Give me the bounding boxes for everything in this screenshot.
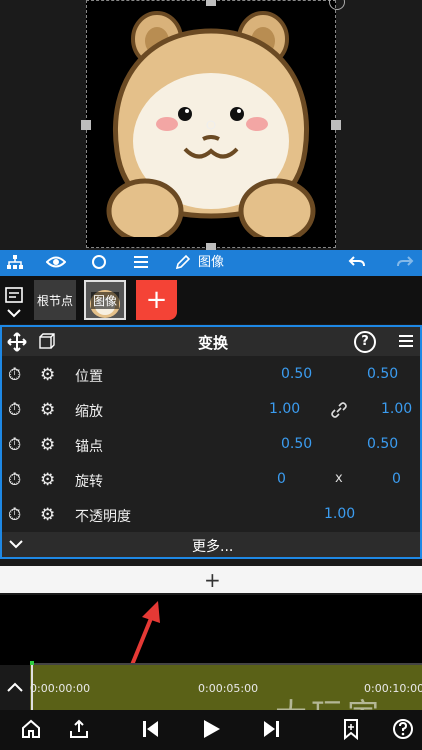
redo-icon[interactable] [396, 253, 416, 273]
add-bar-plus: + [204, 568, 221, 592]
row-rotation: ⏱ ⚙ 旋转 0 x 0 [2, 463, 420, 497]
keyframe-stopwatch-icon[interactable]: ⏱ [8, 365, 21, 385]
position-x-value[interactable]: 0.50 [281, 366, 312, 382]
settings-gear-icon[interactable]: ⚙ [40, 435, 55, 455]
image-layer-label: 图像 [90, 291, 119, 309]
property-label: 位置 [75, 369, 103, 385]
rotation-value[interactable]: 0 [277, 471, 286, 487]
skip-back-icon[interactable] [141, 718, 161, 740]
undo-icon[interactable] [348, 253, 368, 273]
hierarchy-icon[interactable] [6, 253, 26, 273]
link-icon[interactable] [330, 401, 348, 419]
help-icon[interactable]: ? [354, 331, 376, 353]
canvas-frame[interactable] [81, 0, 341, 253]
anchor-x-value[interactable]: 0.50 [281, 436, 312, 452]
property-label: 缩放 [75, 404, 103, 420]
skip-forward-icon[interactable] [261, 718, 281, 740]
scale-y-value[interactable]: 1.00 [381, 401, 412, 417]
keyframe-stopwatch-icon[interactable]: ⏱ [8, 400, 21, 420]
opacity-value[interactable]: 1.00 [324, 506, 355, 522]
resize-handle-left[interactable] [81, 120, 91, 130]
property-label: 旋转 [75, 474, 103, 490]
row-scale: ⏱ ⚙ 缩放 1.00 1.00 [2, 393, 420, 427]
settings-gear-icon[interactable]: ⚙ [40, 505, 55, 525]
time-tick: 0:00:05:00 [198, 682, 259, 695]
rotation-turns-value[interactable]: 0 [392, 471, 401, 487]
settings-gear-icon[interactable]: ⚙ [40, 400, 55, 420]
more-label: 更多... [192, 539, 234, 555]
property-label: 锚点 [75, 439, 103, 455]
move-icon[interactable] [7, 332, 27, 352]
circle-icon[interactable] [90, 253, 110, 273]
hamster-image [87, 11, 335, 247]
row-anchor: ⏱ ⚙ 锚点 0.50 0.50 [2, 428, 420, 462]
row-opacity: ⏱ ⚙ 不透明度 1.00 [2, 498, 420, 532]
edit-pencil-icon[interactable] [174, 253, 194, 273]
toolbar-layer-name: 图像 [198, 255, 225, 270]
more-bar[interactable]: 更多... [2, 532, 420, 557]
bookmark-icon[interactable] [341, 718, 361, 740]
transform-panel: 变换 ? ⏱ ⚙ 位置 0.50 0.50 ⏱ ⚙ 缩放 1.00 1.00 ⏱… [0, 325, 422, 559]
settings-gear-icon[interactable]: ⚙ [40, 470, 55, 490]
keyframe-stopwatch-icon[interactable]: ⏱ [8, 470, 21, 490]
row-position: ⏱ ⚙ 位置 0.50 0.50 [2, 358, 420, 392]
root-node-label: 根节点 [36, 293, 73, 308]
position-y-value[interactable]: 0.50 [367, 366, 398, 382]
property-label: 不透明度 [75, 509, 131, 525]
rotation-axis-label: x [335, 471, 343, 486]
add-layer-label: + [145, 285, 168, 315]
layers-panel-icon [5, 287, 23, 318]
bottom-nav [0, 710, 422, 750]
toolbar: 图像 [0, 250, 422, 276]
image-layer-button[interactable]: 图像 [84, 280, 126, 320]
add-layer-button[interactable]: + [136, 280, 177, 320]
anchor-y-value[interactable]: 0.50 [367, 436, 398, 452]
export-icon[interactable] [68, 718, 90, 740]
add-bar[interactable]: + [0, 566, 422, 593]
cube-icon[interactable] [38, 332, 56, 350]
rotate-handle-icon[interactable] [329, 0, 345, 10]
layer-strip: 根节点 图像 + [0, 276, 422, 324]
layers-toggle[interactable] [4, 286, 26, 320]
panel-menu-icon[interactable] [397, 333, 415, 349]
resize-handle-top[interactable] [206, 0, 216, 6]
eye-icon[interactable] [46, 253, 68, 273]
scale-x-value[interactable]: 1.00 [269, 401, 300, 417]
time-tick: 0:00:00:00 [30, 682, 91, 695]
root-node-button[interactable]: 根节点 [34, 280, 76, 320]
collapse-chevron-icon[interactable] [8, 536, 24, 552]
chevron-up-icon [7, 682, 23, 692]
resize-handle-right[interactable] [331, 120, 341, 130]
settings-gear-icon[interactable]: ⚙ [40, 365, 55, 385]
help-circle-icon[interactable] [392, 718, 414, 740]
play-icon[interactable] [200, 718, 222, 740]
keyframe-stopwatch-icon[interactable]: ⏱ [8, 505, 21, 525]
keyframe-stopwatch-icon[interactable]: ⏱ [8, 435, 21, 455]
menu-icon[interactable] [131, 253, 153, 273]
expand-timeline-button[interactable] [0, 665, 30, 710]
panel-title: 变换 [198, 334, 229, 352]
home-icon[interactable] [20, 718, 42, 740]
preview-area[interactable] [0, 0, 422, 253]
panel-header: 变换 ? [2, 327, 420, 356]
